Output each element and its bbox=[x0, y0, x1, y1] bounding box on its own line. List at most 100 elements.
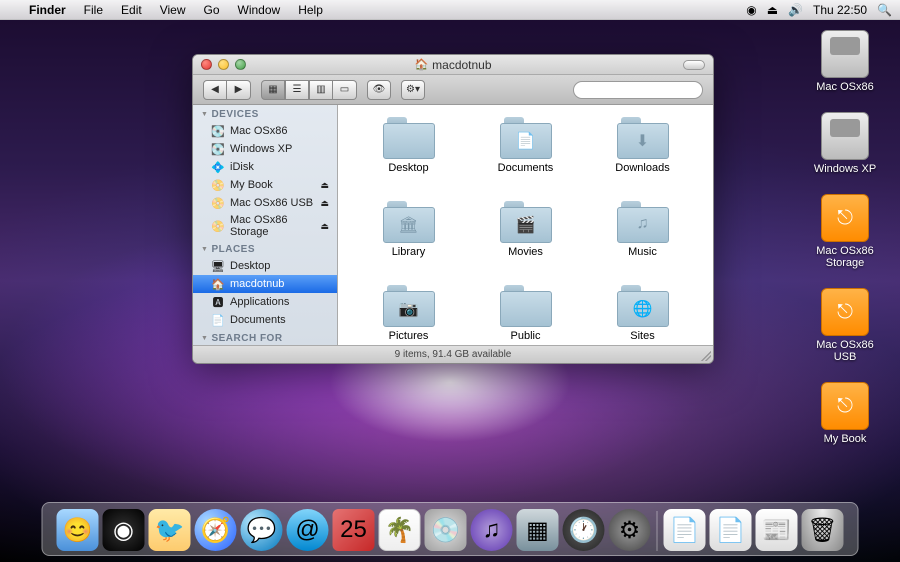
dock-doc3[interactable]: 📰 bbox=[756, 509, 798, 551]
menu-go[interactable]: Go bbox=[195, 3, 229, 17]
desktop-drive-mac-osx86-usb[interactable]: Mac OSx86 USB bbox=[800, 288, 890, 364]
clock[interactable]: Thu 22:50 bbox=[813, 3, 867, 17]
close-button[interactable] bbox=[201, 59, 212, 70]
folder-desktop[interactable]: Desktop bbox=[350, 117, 467, 197]
folder-pictures[interactable]: 📷 Pictures bbox=[350, 285, 467, 345]
wifi-icon[interactable]: ◉ bbox=[746, 3, 756, 17]
menu-window[interactable]: Window bbox=[229, 3, 290, 17]
eject-icon[interactable]: ⏏ bbox=[767, 3, 778, 17]
action-button[interactable]: ⚙▾ bbox=[401, 80, 425, 100]
sidebar-item-macdotnub[interactable]: 🏠 macdotnub bbox=[193, 275, 337, 293]
folder-label: Movies bbox=[508, 246, 543, 258]
back-button[interactable]: ◀ bbox=[203, 80, 227, 100]
folder-label: Library bbox=[392, 246, 426, 258]
dock-dashboard[interactable]: ◉ bbox=[103, 509, 145, 551]
sidebar-section-search for[interactable]: SEARCH FOR bbox=[193, 329, 337, 345]
drive-icon bbox=[821, 382, 869, 430]
folder-movies[interactable]: 🎬 Movies bbox=[467, 201, 584, 281]
sidebar-item-documents[interactable]: 📄 Documents bbox=[193, 311, 337, 329]
sidebar-item-label: Mac OSx86 USB bbox=[230, 197, 313, 209]
dock-addressbook[interactable]: @ bbox=[287, 509, 329, 551]
sidebar-item-icon: 🏠 bbox=[211, 277, 225, 291]
dock-itunes-cd[interactable]: 💿 bbox=[425, 509, 467, 551]
dock-finder[interactable]: 😊 bbox=[57, 509, 99, 551]
sidebar-item-applications[interactable]: 🅰 Applications bbox=[193, 293, 337, 311]
menubar: Finder File Edit View Go Window Help ◉ ⏏… bbox=[0, 0, 900, 20]
dock-itunes[interactable]: ♫ bbox=[471, 509, 513, 551]
icon-view-button[interactable]: ▦ bbox=[261, 80, 285, 100]
drive-label: Mac OSx86 USB bbox=[800, 338, 890, 364]
dock-doc2[interactable]: 📄 bbox=[710, 509, 752, 551]
sidebar-section-devices[interactable]: DEVICES bbox=[193, 105, 337, 122]
list-view-button[interactable]: ☰ bbox=[285, 80, 309, 100]
sidebar-item-icon: 📀 bbox=[211, 178, 225, 192]
dock-spaces[interactable]: ▦ bbox=[517, 509, 559, 551]
dock-safari[interactable]: 🧭 bbox=[195, 509, 237, 551]
search-input[interactable] bbox=[573, 81, 703, 99]
menu-view[interactable]: View bbox=[151, 3, 195, 17]
dock-timemachine[interactable]: 🕐 bbox=[563, 509, 605, 551]
folder-icon: 🎬 bbox=[500, 201, 552, 243]
sidebar-section-places[interactable]: PLACES bbox=[193, 240, 337, 257]
desktop-drive-windows-xp[interactable]: Windows XP bbox=[800, 112, 890, 176]
drive-icon bbox=[821, 30, 869, 78]
quicklook-button[interactable]: 👁 bbox=[367, 80, 391, 100]
toolbar-toggle-button[interactable] bbox=[683, 60, 705, 70]
sidebar-item-icon: 🅰 bbox=[211, 295, 225, 309]
sidebar-item-windows-xp[interactable]: 💽 Windows XP bbox=[193, 140, 337, 158]
menu-file[interactable]: File bbox=[75, 3, 112, 17]
folder-label: Pictures bbox=[389, 330, 429, 342]
eject-icon[interactable]: ⏏ bbox=[320, 180, 329, 191]
dock-trash[interactable]: 🗑 bbox=[802, 509, 844, 551]
forward-button[interactable]: ▶ bbox=[227, 80, 251, 100]
app-menu[interactable]: Finder bbox=[20, 3, 75, 17]
dock-iphoto[interactable]: 🌴 bbox=[379, 509, 421, 551]
menu-help[interactable]: Help bbox=[289, 3, 332, 17]
sidebar-item-label: iDisk bbox=[230, 161, 254, 173]
dock-mail[interactable]: 🐦 bbox=[149, 509, 191, 551]
eject-icon[interactable]: ⏏ bbox=[320, 198, 329, 209]
coverflow-view-button[interactable]: ▭ bbox=[333, 80, 357, 100]
desktop-drive-my-book[interactable]: My Book bbox=[800, 382, 890, 446]
folder-icon: 🏛 bbox=[383, 201, 435, 243]
dock-separator bbox=[657, 511, 658, 551]
dock-ical[interactable]: 25 bbox=[333, 509, 375, 551]
sidebar-item-icon: 📄 bbox=[211, 313, 225, 327]
drive-label: Windows XP bbox=[810, 162, 880, 176]
sidebar-item-icon: 💽 bbox=[211, 124, 225, 138]
volume-icon[interactable]: 🔊 bbox=[788, 3, 803, 17]
menu-edit[interactable]: Edit bbox=[112, 3, 151, 17]
minimize-button[interactable] bbox=[218, 59, 229, 70]
dock-sysprefs[interactable]: ⚙ bbox=[609, 509, 651, 551]
folder-public[interactable]: Public bbox=[467, 285, 584, 345]
sidebar-item-label: Applications bbox=[230, 296, 289, 308]
sidebar-item-label: Desktop bbox=[230, 260, 270, 272]
folder-library[interactable]: 🏛 Library bbox=[350, 201, 467, 281]
sidebar-item-label: Documents bbox=[230, 314, 286, 326]
sidebar-item-mac-osx86-usb[interactable]: 📀 Mac OSx86 USB ⏏ bbox=[193, 194, 337, 212]
eject-icon[interactable]: ⏏ bbox=[320, 221, 329, 232]
sidebar-item-desktop[interactable]: 🖥 Desktop bbox=[193, 257, 337, 275]
sidebar-item-icon: 💠 bbox=[211, 160, 225, 174]
desktop-drive-mac-osx86-storage[interactable]: Mac OSx86 Storage bbox=[800, 194, 890, 270]
content-area[interactable]: Desktop📄 Documents⬇ Downloads🏛 Library🎬 … bbox=[338, 105, 713, 345]
spotlight-icon[interactable]: 🔍 bbox=[877, 3, 892, 17]
dock-ichat[interactable]: 💬 bbox=[241, 509, 283, 551]
sidebar-item-my-book[interactable]: 📀 My Book ⏏ bbox=[193, 176, 337, 194]
dock-doc1[interactable]: 📄 bbox=[664, 509, 706, 551]
zoom-button[interactable] bbox=[235, 59, 246, 70]
folder-documents[interactable]: 📄 Documents bbox=[467, 117, 584, 197]
sidebar: DEVICES💽 Mac OSx86 💽 Windows XP 💠 iDisk … bbox=[193, 105, 338, 345]
folder-sites[interactable]: 🌐 Sites bbox=[584, 285, 701, 345]
drive-label: Mac OSx86 Storage bbox=[800, 244, 890, 270]
folder-downloads[interactable]: ⬇ Downloads bbox=[584, 117, 701, 197]
folder-music[interactable]: ♫ Music bbox=[584, 201, 701, 281]
folder-icon bbox=[500, 285, 552, 327]
titlebar[interactable]: 🏠 macdotnub bbox=[193, 55, 713, 75]
desktop-drive-mac-osx86[interactable]: Mac OSx86 bbox=[800, 30, 890, 94]
sidebar-item-mac-osx86-storage[interactable]: 📀 Mac OSx86 Storage ⏏ bbox=[193, 212, 337, 240]
column-view-button[interactable]: ▥ bbox=[309, 80, 333, 100]
sidebar-item-mac-osx86[interactable]: 💽 Mac OSx86 bbox=[193, 122, 337, 140]
sidebar-item-idisk[interactable]: 💠 iDisk bbox=[193, 158, 337, 176]
folder-label: Documents bbox=[498, 162, 554, 174]
